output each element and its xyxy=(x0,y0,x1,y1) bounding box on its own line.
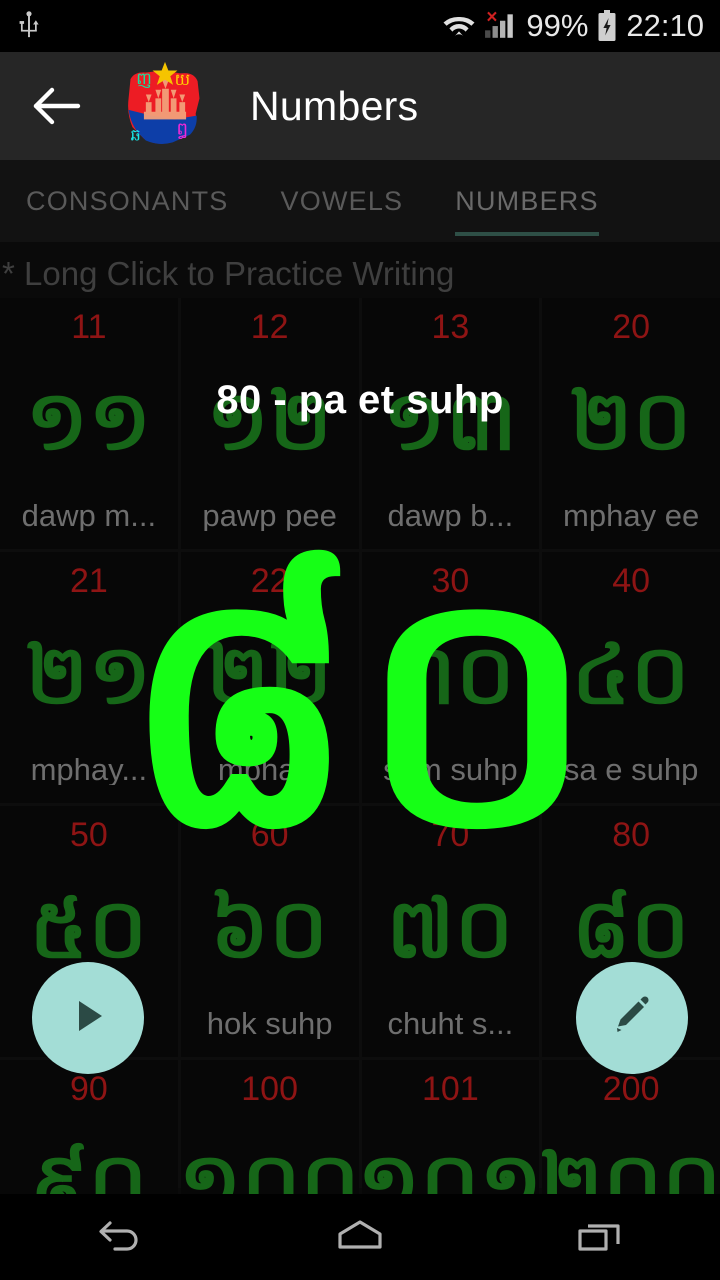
number-cell[interactable]: 70 ៧០ chuht s... xyxy=(361,806,540,1057)
tab-vowels[interactable]: VOWELS xyxy=(281,160,404,242)
svg-text:យ: យ xyxy=(175,70,191,89)
number-cell[interactable]: 12 ១២ pawp pee xyxy=(180,298,359,549)
cell-khmer-glyph: ១៣ xyxy=(383,374,518,469)
cell-number: 100 xyxy=(241,1070,298,1108)
number-cell[interactable]: 30 ៣០ sam suhp xyxy=(361,552,540,803)
practice-hint-label: * Long Click to Practice Writing xyxy=(2,255,455,292)
practice-writing-fab[interactable] xyxy=(576,962,688,1074)
play-audio-fab[interactable] xyxy=(32,962,144,1074)
tab-bar: CONSONANTS VOWELS NUMBERS xyxy=(0,160,720,242)
cell-number: 90 xyxy=(69,1070,108,1108)
nav-recents-icon[interactable] xyxy=(540,1194,660,1280)
svg-text:ញ: ញ xyxy=(136,69,152,88)
tab-numbers[interactable]: NUMBERS xyxy=(455,160,600,242)
no-signal-x-icon: × xyxy=(486,7,498,28)
cell-khmer-glyph: ១២ xyxy=(206,374,333,469)
signal-bars-icon: × xyxy=(484,7,518,41)
cell-number: 60 xyxy=(250,816,289,854)
cell-number: 11 xyxy=(71,308,107,346)
cell-label: chuht s... xyxy=(387,1008,514,1039)
cell-label: mphay ee xyxy=(563,500,700,531)
cell-number: 40 xyxy=(612,562,651,600)
battery-percent-label: 99% xyxy=(526,8,589,43)
android-nav-bar xyxy=(0,1194,720,1280)
cell-label: mphay... xyxy=(30,754,148,785)
app-screen: × 99% 22:10 ញ យ ឆ ឰ Numbers CONSONANTS V… xyxy=(0,0,720,1280)
number-cell[interactable]: 22 ២២ mpha... xyxy=(180,552,359,803)
number-cell[interactable]: 60 ៦០ hok suhp xyxy=(180,806,359,1057)
cell-khmer-glyph: ៤០ xyxy=(572,628,691,723)
cell-label: mpha... xyxy=(217,754,322,785)
app-bar: ញ យ ឆ ឰ Numbers xyxy=(0,52,720,160)
cell-number: 200 xyxy=(602,1070,660,1108)
page-title: Numbers xyxy=(250,82,419,129)
cell-label: dawp m... xyxy=(21,500,157,531)
cell-number: 50 xyxy=(69,816,108,854)
cell-number: 70 xyxy=(431,816,470,854)
number-cell[interactable]: 20 ២០ mphay ee xyxy=(542,298,720,549)
cell-khmer-glyph: ២២ xyxy=(206,628,333,723)
cell-number: 13 xyxy=(431,308,470,346)
svg-text:ឰ: ឰ xyxy=(177,119,189,140)
cell-number: 12 xyxy=(250,308,289,346)
number-cell[interactable]: 21 ២១ mphay... xyxy=(0,552,178,803)
number-cell[interactable]: 40 ៤០ sa e suhp xyxy=(542,552,720,803)
cell-number: 80 xyxy=(612,816,651,854)
cell-label: sam suhp xyxy=(383,754,518,785)
nav-home-icon[interactable] xyxy=(300,1194,420,1280)
clock-label: 22:10 xyxy=(626,8,704,43)
nav-back-icon[interactable] xyxy=(60,1194,180,1280)
back-arrow-icon[interactable] xyxy=(30,84,86,128)
wifi-icon xyxy=(442,12,476,40)
status-bar-right: × 99% 22:10 xyxy=(442,8,704,44)
tab-consonants[interactable]: CONSONANTS xyxy=(26,160,229,242)
cell-khmer-glyph: ៣០ xyxy=(385,628,516,723)
cambodia-flag-logo: ញ យ ឆ ឰ xyxy=(116,60,214,152)
battery-charging-icon xyxy=(596,10,618,42)
cell-number: 20 xyxy=(612,308,651,346)
svg-text:ឆ: ឆ xyxy=(131,126,141,145)
cell-label: sa e suhp xyxy=(563,754,699,785)
cell-number: 101 xyxy=(422,1070,479,1108)
cell-label: hok suhp xyxy=(206,1008,333,1039)
status-bar: × 99% 22:10 xyxy=(0,0,720,52)
cell-number: 22 xyxy=(250,562,289,600)
cell-khmer-glyph: ៧០ xyxy=(386,882,515,977)
number-cell[interactable]: 13 ១៣ dawp b... xyxy=(361,298,540,549)
cell-number: 21 xyxy=(69,562,108,600)
cell-label: dawp b... xyxy=(387,500,514,531)
status-bar-left xyxy=(16,11,42,41)
cell-khmer-glyph: ៦០ xyxy=(210,882,329,977)
cell-khmer-glyph: ១១ xyxy=(25,374,152,469)
play-icon xyxy=(64,992,112,1045)
cell-khmer-glyph: ២០ xyxy=(570,374,693,469)
cell-number: 30 xyxy=(431,562,470,600)
pencil-icon xyxy=(608,992,656,1045)
cell-khmer-glyph: ២១ xyxy=(25,628,152,723)
number-cell[interactable]: 11 ១១ dawp m... xyxy=(0,298,178,549)
usb-icon xyxy=(16,11,42,41)
cell-label: pawp pee xyxy=(202,500,337,531)
